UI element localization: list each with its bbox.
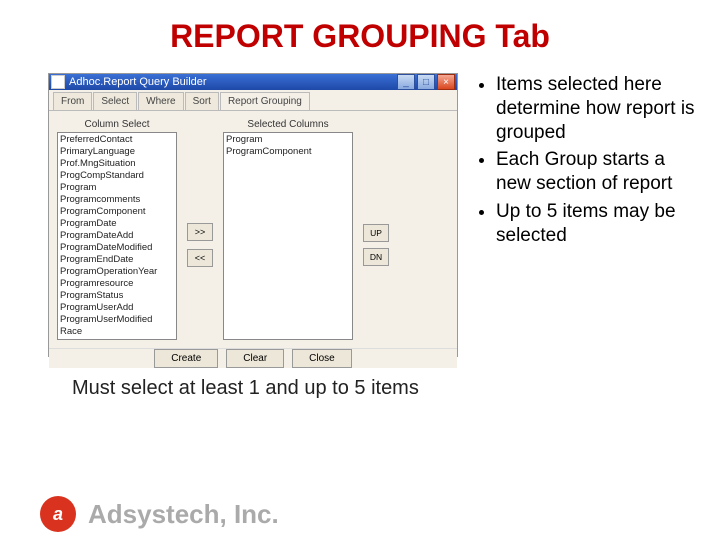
window-close-button[interactable]: × <box>437 74 455 90</box>
available-columns-list[interactable]: PreferredContact PrimaryLanguage Prof.Mn… <box>57 132 177 340</box>
selected-columns-label: Selected Columns <box>223 119 353 130</box>
bullet-list: Items selected here determine how report… <box>458 73 696 251</box>
list-item[interactable]: ProgramComponent <box>224 146 352 158</box>
footer: a Adsystech, Inc. <box>40 496 279 532</box>
minimize-button[interactable]: _ <box>397 74 415 90</box>
caption-text: Must select at least 1 and up to 5 items <box>72 377 720 400</box>
slide-title: REPORT GROUPING Tab <box>0 18 720 55</box>
list-item[interactable]: Program <box>224 134 352 146</box>
list-item[interactable]: ProgramUserAdd <box>58 302 176 314</box>
tab-select[interactable]: Select <box>93 92 137 110</box>
list-item[interactable]: PreferredContact <box>58 134 176 146</box>
bullet-item: Items selected here determine how report… <box>496 73 696 144</box>
bullet-item: Up to 5 items may be selected <box>496 200 696 248</box>
bullet-item: Each Group starts a new section of repor… <box>496 148 696 196</box>
list-item[interactable]: ProgramComponent <box>58 206 176 218</box>
create-button[interactable]: Create <box>154 349 218 368</box>
selected-columns-list[interactable]: Program ProgramComponent <box>223 132 353 340</box>
move-down-button[interactable]: DN <box>363 248 389 266</box>
list-item[interactable]: Race <box>58 326 176 338</box>
list-item[interactable]: ProgramDate <box>58 218 176 230</box>
list-item[interactable]: ProgCompStandard <box>58 170 176 182</box>
list-item[interactable]: PrimaryLanguage <box>58 146 176 158</box>
company-logo-icon: a <box>40 496 76 532</box>
titlebar: Adhoc.Report Query Builder _ □ × <box>49 74 457 90</box>
tab-sort[interactable]: Sort <box>185 92 219 110</box>
close-button[interactable]: Close <box>292 349 352 368</box>
list-item[interactable]: Programresource <box>58 278 176 290</box>
list-item[interactable]: ProgramOperationYear <box>58 266 176 278</box>
move-up-button[interactable]: UP <box>363 224 389 242</box>
list-item[interactable]: ProgramStatus <box>58 290 176 302</box>
list-item[interactable]: ProgramUserModified <box>58 314 176 326</box>
list-item[interactable]: ProgramDateAdd <box>58 230 176 242</box>
tab-from[interactable]: From <box>53 92 92 110</box>
company-name: Adsystech, Inc. <box>88 499 279 530</box>
move-left-button[interactable]: << <box>187 249 213 267</box>
list-item[interactable]: Prof.MngSituation <box>58 158 176 170</box>
maximize-button[interactable]: □ <box>417 74 435 90</box>
app-window: Adhoc.Report Query Builder _ □ × From Se… <box>48 73 458 357</box>
list-item[interactable]: Program <box>58 182 176 194</box>
tab-report-grouping[interactable]: Report Grouping <box>220 92 310 110</box>
move-right-button[interactable]: >> <box>187 223 213 241</box>
window-title: Adhoc.Report Query Builder <box>69 76 395 88</box>
list-item[interactable]: Programcomments <box>58 194 176 206</box>
app-icon <box>51 75 65 89</box>
clear-button[interactable]: Clear <box>226 349 284 368</box>
list-item[interactable]: ProgramEndDate <box>58 254 176 266</box>
tab-strip: From Select Where Sort Report Grouping <box>49 90 457 111</box>
tab-where[interactable]: Where <box>138 92 183 110</box>
column-select-label: Column Select <box>57 119 177 130</box>
list-item[interactable]: ProgramDateModified <box>58 242 176 254</box>
